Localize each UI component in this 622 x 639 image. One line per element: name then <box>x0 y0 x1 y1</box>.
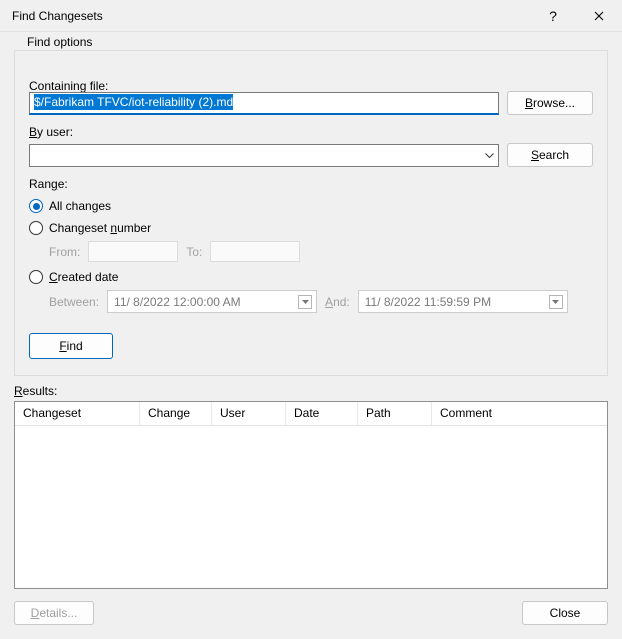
window-close-button[interactable] <box>576 0 622 32</box>
from-input <box>88 241 178 262</box>
range-block: Range: All changes Changeset number From… <box>29 177 593 313</box>
col-changeset[interactable]: Changeset <box>15 402 140 425</box>
results-box[interactable]: Changeset Change User Date Path Comment <box>14 401 608 589</box>
dialog-body: Find options Containing file: $/Fabrikam… <box>0 32 622 639</box>
col-path[interactable]: Path <box>358 402 432 425</box>
search-button[interactable]: Search <box>507 143 593 167</box>
and-date-input: 11/ 8/2022 11:59:59 PM <box>358 290 568 313</box>
changeset-number-subrow: From: To: <box>49 241 593 262</box>
radio-icon <box>29 199 43 213</box>
and-value: 11/ 8/2022 11:59:59 PM <box>365 295 491 309</box>
bottom-row: Details... Close <box>14 601 608 625</box>
calendar-dropdown-icon <box>298 295 312 309</box>
results-header: Changeset Change User Date Path Comment <box>15 402 607 426</box>
calendar-dropdown-icon <box>549 295 563 309</box>
radio-created-date[interactable]: Created date <box>29 270 593 284</box>
to-label: To: <box>186 245 202 259</box>
containing-file-row: $/Fabrikam TFVC/iot-reliability (2).md B… <box>29 91 593 115</box>
col-date[interactable]: Date <box>286 402 358 425</box>
window-title: Find Changesets <box>12 9 530 23</box>
radio-created-label: Created date <box>49 270 118 284</box>
containing-file-input[interactable]: $/Fabrikam TFVC/iot-reliability (2).md <box>29 92 499 115</box>
and-label: And: <box>325 295 350 309</box>
radio-icon <box>29 221 43 235</box>
chevron-down-icon <box>480 145 498 166</box>
details-button: Details... <box>14 601 94 625</box>
col-change[interactable]: Change <box>140 402 212 425</box>
browse-button[interactable]: Browse... <box>507 91 593 115</box>
radio-all-label: All changes <box>49 199 111 213</box>
close-icon <box>594 11 604 21</box>
between-label: Between: <box>49 295 99 309</box>
radio-icon <box>29 270 43 284</box>
find-options-group: Find options Containing file: $/Fabrikam… <box>14 50 608 376</box>
radio-number-label: Changeset number <box>49 221 151 235</box>
between-date-input: 11/ 8/2022 12:00:00 AM <box>107 290 317 313</box>
radio-changeset-number[interactable]: Changeset number <box>29 221 593 235</box>
find-button[interactable]: Find <box>29 333 113 359</box>
help-button[interactable]: ? <box>530 0 576 32</box>
find-row: Find <box>29 333 593 359</box>
from-label: From: <box>49 245 80 259</box>
created-date-subrow: Between: 11/ 8/2022 12:00:00 AM And: 11/… <box>49 290 593 313</box>
by-user-combo[interactable] <box>29 144 499 167</box>
by-user-label: By user: <box>29 125 593 139</box>
results-label: Results: <box>14 384 608 398</box>
titlebar: Find Changesets ? <box>0 0 622 32</box>
col-user[interactable]: User <box>212 402 286 425</box>
between-value: 11/ 8/2022 12:00:00 AM <box>114 295 241 309</box>
range-label: Range: <box>29 177 593 191</box>
close-button[interactable]: Close <box>522 601 608 625</box>
to-input <box>210 241 300 262</box>
by-user-row: Search <box>29 143 593 167</box>
radio-all-changes[interactable]: All changes <box>29 199 593 213</box>
col-comment[interactable]: Comment <box>432 402 607 425</box>
